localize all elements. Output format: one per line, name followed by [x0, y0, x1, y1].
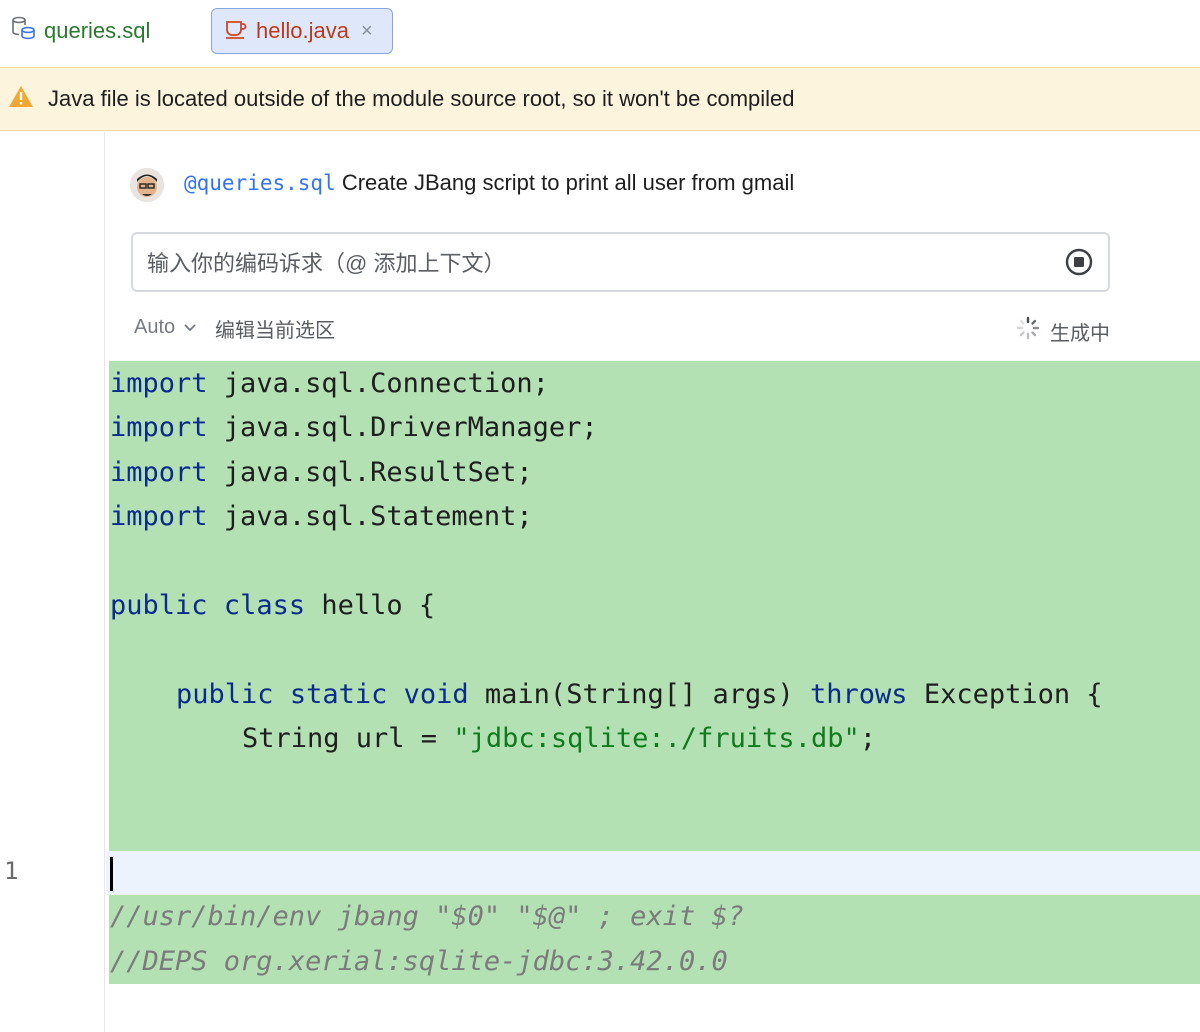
text-caret — [110, 857, 113, 891]
code-line[interactable]: import java.sql.DriverManager; — [110, 406, 598, 450]
code-line[interactable]: import java.sql.ResultSet; — [110, 451, 533, 495]
code-text: String url = — [242, 723, 454, 754]
prompt-message: @queries.sql Create JBang script to prin… — [184, 170, 794, 196]
code-line[interactable]: String url = "jdbc:sqlite:./fruits.db"; — [242, 717, 876, 761]
keyword: import — [110, 457, 208, 488]
code-text: java.sql.ResultSet; — [207, 457, 533, 488]
tab-label: hello.java — [256, 18, 349, 43]
code-text: main(String[] args) — [468, 679, 811, 710]
warning-banner: Java file is located outside of the modu… — [0, 67, 1200, 131]
code-text: ; — [859, 723, 876, 754]
tab-queries-sql[interactable]: queries.sql — [10, 8, 150, 54]
spinner-icon — [1016, 316, 1040, 346]
gutter-divider — [104, 132, 105, 1032]
warning-icon — [8, 85, 34, 114]
edit-selection-label[interactable]: 编辑当前选区 — [215, 314, 335, 343]
keyword: void — [403, 679, 469, 710]
mode-dropdown[interactable]: Auto — [134, 316, 197, 339]
prompt-input[interactable]: 输入你的编码诉求（@ 添加上下文） — [131, 232, 1110, 292]
code-comment[interactable]: //usr/bin/env jbang "$0" "$@" ; exit $? — [110, 895, 744, 939]
keyword: throws — [810, 679, 908, 710]
editor-tab-bar: queries.sql hello.java × — [0, 0, 1200, 66]
code-text: hello { — [305, 590, 436, 621]
warning-text: Java file is located outside of the modu… — [48, 86, 795, 111]
keyword: import — [110, 368, 208, 399]
status-label: 生成中 — [1050, 322, 1110, 345]
chevron-down-icon — [183, 316, 197, 339]
keyword: import — [110, 412, 208, 443]
keyword: import — [110, 501, 208, 532]
string-literal: "jdbc:sqlite:./fruits.db" — [453, 723, 860, 754]
line-number: 1 — [4, 857, 19, 885]
keyword: static — [289, 679, 388, 710]
code-line[interactable]: import java.sql.Connection; — [110, 362, 549, 406]
tab-label: queries.sql — [44, 18, 151, 43]
prompt-input-placeholder: 输入你的编码诉求（@ 添加上下文） — [147, 251, 506, 276]
current-line-highlight — [106, 851, 1200, 895]
file-mention[interactable]: @queries.sql — [184, 171, 336, 195]
code-text: java.sql.Statement; — [207, 501, 533, 532]
database-file-icon — [10, 15, 36, 47]
mode-label: Auto — [134, 316, 176, 338]
tab-hello-java[interactable]: hello.java × — [211, 8, 393, 54]
code-line[interactable]: public static void main(String[] args) t… — [176, 673, 1103, 717]
code-text: java.sql.Connection; — [207, 368, 549, 399]
java-file-icon — [224, 16, 248, 46]
code-line[interactable]: public class hello { — [110, 584, 435, 628]
code-line[interactable]: import java.sql.Statement; — [110, 495, 533, 539]
prompt-toolbar: Auto 编辑当前选区 生成中 — [134, 314, 1110, 345]
avatar — [130, 168, 164, 202]
prompt-text: Create JBang script to print all user fr… — [335, 170, 795, 195]
generation-status: 生成中 — [1016, 316, 1110, 346]
stop-icon[interactable] — [1064, 247, 1094, 277]
code-comment[interactable]: //DEPS org.xerial:sqlite-jdbc:3.42.0.0 — [110, 940, 728, 984]
close-icon[interactable]: × — [361, 20, 373, 43]
keyword: public — [176, 679, 274, 710]
code-text: Exception { — [907, 679, 1103, 710]
keyword: class — [223, 590, 306, 621]
keyword: public — [110, 590, 208, 621]
code-text: java.sql.DriverManager; — [207, 412, 598, 443]
